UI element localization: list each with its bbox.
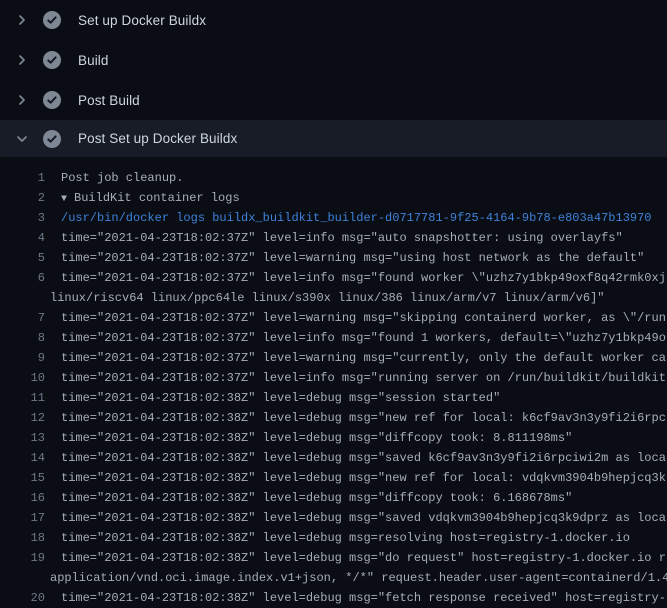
log-command-line: 3 /usr/bin/docker logs buildx_buildkit_b… bbox=[0, 208, 667, 228]
log-line-number[interactable]: 8 bbox=[0, 328, 45, 348]
log-line: 19 time="2021-04-23T18:02:38Z" level=deb… bbox=[0, 548, 667, 568]
log-line: 16 time="2021-04-23T18:02:38Z" level=deb… bbox=[0, 488, 667, 508]
chevron-right-icon bbox=[14, 92, 30, 108]
log-line-text: time="2021-04-23T18:02:38Z" level=debug … bbox=[45, 388, 667, 408]
log-line: 10 time="2021-04-23T18:02:37Z" level=inf… bbox=[0, 368, 667, 388]
log-line-text: Post job cleanup. bbox=[45, 168, 667, 188]
check-circle-icon bbox=[42, 129, 62, 149]
check-circle-icon bbox=[42, 50, 62, 70]
check-circle-icon bbox=[42, 10, 62, 30]
step-row-post-setup-docker-buildx[interactable]: Post Set up Docker Buildx bbox=[0, 120, 667, 157]
log-line-number[interactable]: 5 bbox=[0, 248, 45, 268]
log-output: 1 Post job cleanup. 2 ▼ BuildKit containe… bbox=[0, 157, 667, 608]
log-line: 8 time="2021-04-23T18:02:37Z" level=info… bbox=[0, 328, 667, 348]
log-line: 20 time="2021-04-23T18:02:38Z" level=deb… bbox=[0, 588, 667, 608]
log-line-text: time="2021-04-23T18:02:38Z" level=debug … bbox=[45, 588, 667, 608]
log-line-number[interactable]: 20 bbox=[0, 588, 45, 608]
log-line-text: time="2021-04-23T18:02:38Z" level=debug … bbox=[45, 508, 667, 528]
step-label: Post Set up Docker Buildx bbox=[78, 131, 237, 146]
log-line-text: time="2021-04-23T18:02:38Z" level=debug … bbox=[45, 448, 667, 468]
log-line-continuation: application/vnd.oci.image.index.v1+json,… bbox=[0, 568, 667, 588]
step-label: Build bbox=[78, 53, 109, 68]
log-line: 6 time="2021-04-23T18:02:37Z" level=info… bbox=[0, 268, 667, 288]
log-line: 17 time="2021-04-23T18:02:38Z" level=deb… bbox=[0, 508, 667, 528]
log-line-number[interactable]: 10 bbox=[0, 368, 45, 388]
log-line: 11 time="2021-04-23T18:02:38Z" level=deb… bbox=[0, 388, 667, 408]
step-label: Post Build bbox=[78, 93, 140, 108]
log-line-text: time="2021-04-23T18:02:37Z" level=info m… bbox=[45, 368, 667, 388]
log-command-text: /usr/bin/docker logs buildx_buildkit_bui… bbox=[45, 208, 667, 228]
log-line-text: time="2021-04-23T18:02:38Z" level=debug … bbox=[45, 468, 667, 488]
chevron-down-icon bbox=[14, 131, 30, 147]
log-line-number[interactable]: 12 bbox=[0, 408, 45, 428]
log-group-row[interactable]: 2 ▼ BuildKit container logs bbox=[0, 188, 667, 208]
log-line-number[interactable]: 2 bbox=[0, 188, 45, 208]
log-line-number[interactable]: 4 bbox=[0, 228, 45, 248]
log-line-text: time="2021-04-23T18:02:38Z" level=debug … bbox=[45, 548, 667, 568]
log-line: 5 time="2021-04-23T18:02:37Z" level=warn… bbox=[0, 248, 667, 268]
log-line-number[interactable]: 19 bbox=[0, 548, 45, 568]
log-group-label: BuildKit container logs bbox=[74, 191, 240, 205]
log-line-number[interactable]: 9 bbox=[0, 348, 45, 368]
log-line: 12 time="2021-04-23T18:02:38Z" level=deb… bbox=[0, 408, 667, 428]
log-line-number[interactable]: 18 bbox=[0, 528, 45, 548]
log-line-number[interactable]: 1 bbox=[0, 168, 45, 188]
log-line: 9 time="2021-04-23T18:02:37Z" level=warn… bbox=[0, 348, 667, 368]
log-line-continuation: linux/riscv64 linux/ppc64le linux/s390x … bbox=[0, 288, 667, 308]
log-line-number[interactable]: 17 bbox=[0, 508, 45, 528]
log-line-text: linux/riscv64 linux/ppc64le linux/s390x … bbox=[45, 288, 667, 308]
log-line-text: time="2021-04-23T18:02:37Z" level=info m… bbox=[45, 268, 667, 288]
log-line-text: time="2021-04-23T18:02:37Z" level=info m… bbox=[45, 228, 667, 248]
check-circle-icon bbox=[42, 90, 62, 110]
caret-down-icon: ▼ bbox=[61, 194, 67, 205]
log-line-number[interactable]: 6 bbox=[0, 268, 45, 288]
step-row-build[interactable]: Build bbox=[0, 40, 667, 80]
log-line-number[interactable]: 7 bbox=[0, 308, 45, 328]
chevron-right-icon bbox=[14, 12, 30, 28]
step-label: Set up Docker Buildx bbox=[78, 13, 206, 28]
log-line-text: time="2021-04-23T18:02:38Z" level=debug … bbox=[45, 408, 667, 428]
log-line: 14 time="2021-04-23T18:02:38Z" level=deb… bbox=[0, 448, 667, 468]
log-line: 15 time="2021-04-23T18:02:38Z" level=deb… bbox=[0, 468, 667, 488]
log-line: 1 Post job cleanup. bbox=[0, 168, 667, 188]
log-line-text: time="2021-04-23T18:02:38Z" level=debug … bbox=[45, 488, 667, 508]
log-line: 13 time="2021-04-23T18:02:38Z" level=deb… bbox=[0, 428, 667, 448]
log-line-text: time="2021-04-23T18:02:37Z" level=info m… bbox=[45, 328, 667, 348]
log-line-number[interactable]: 16 bbox=[0, 488, 45, 508]
step-row-setup-docker-buildx[interactable]: Set up Docker Buildx bbox=[0, 0, 667, 40]
log-line: 18 time="2021-04-23T18:02:38Z" level=deb… bbox=[0, 528, 667, 548]
log-line-text: application/vnd.oci.image.index.v1+json,… bbox=[45, 568, 667, 588]
steps-list: Set up Docker Buildx Build Post Build Po… bbox=[0, 0, 667, 157]
log-line-number[interactable]: 14 bbox=[0, 448, 45, 468]
log-group-text: ▼ BuildKit container logs bbox=[45, 188, 667, 208]
step-row-post-build[interactable]: Post Build bbox=[0, 80, 667, 120]
log-line-number[interactable]: 11 bbox=[0, 388, 45, 408]
log-line-number[interactable]: 13 bbox=[0, 428, 45, 448]
log-line: 4 time="2021-04-23T18:02:37Z" level=info… bbox=[0, 228, 667, 248]
log-line-text: time="2021-04-23T18:02:38Z" level=debug … bbox=[45, 528, 667, 548]
log-line-text: time="2021-04-23T18:02:38Z" level=debug … bbox=[45, 428, 667, 448]
log-line-number[interactable]: 15 bbox=[0, 468, 45, 488]
log-line-text: time="2021-04-23T18:02:37Z" level=warnin… bbox=[45, 248, 667, 268]
log-line-text: time="2021-04-23T18:02:37Z" level=warnin… bbox=[45, 348, 667, 368]
log-line-text: time="2021-04-23T18:02:37Z" level=warnin… bbox=[45, 308, 667, 328]
log-line: 7 time="2021-04-23T18:02:37Z" level=warn… bbox=[0, 308, 667, 328]
chevron-right-icon bbox=[14, 52, 30, 68]
log-line-number[interactable]: 3 bbox=[0, 208, 45, 228]
